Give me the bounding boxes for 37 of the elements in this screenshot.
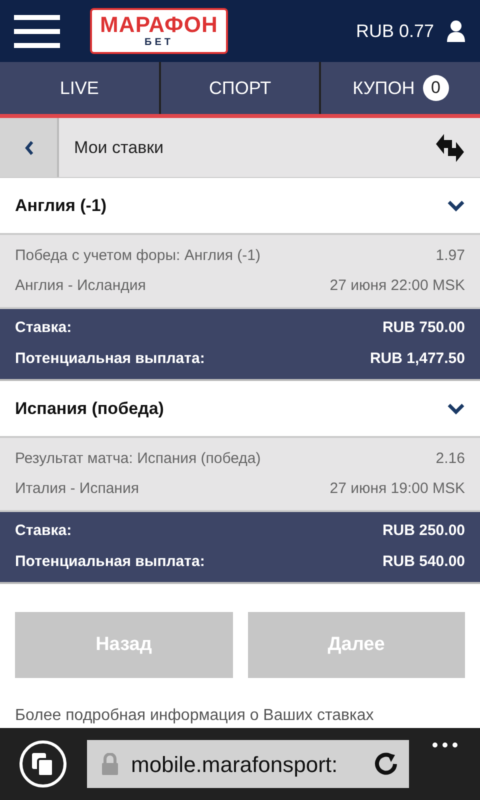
lock-icon bbox=[101, 753, 119, 775]
odds: 2.16 bbox=[436, 448, 465, 469]
payout-label: Потенциальная выплата: bbox=[15, 552, 205, 572]
logo-subtext: БЕТ bbox=[144, 38, 174, 48]
stake-label: Ставка: bbox=[15, 318, 72, 338]
page-title: Мои ставки bbox=[74, 136, 164, 159]
bet-title: Испания (победа) bbox=[15, 398, 164, 420]
count-badge: 0 bbox=[422, 75, 449, 101]
match-name: Италия - Испания bbox=[15, 478, 139, 499]
payout-label: Потенциальная выплата: bbox=[15, 349, 205, 370]
info-text: Более подробная информация о Ваших ставках bbox=[14, 706, 375, 726]
stake-value: RUB 250.00 bbox=[382, 521, 465, 542]
match-time: 27 июня 19:00 MSK bbox=[330, 478, 465, 499]
reload-icon[interactable] bbox=[373, 751, 399, 777]
url-text: mobile.marafonsport: bbox=[131, 750, 338, 779]
back-icon bbox=[24, 140, 34, 156]
bet-title: Англия (-1) bbox=[15, 194, 107, 217]
user-icon[interactable] bbox=[446, 20, 466, 42]
balance: RUB 0.77 bbox=[356, 20, 434, 42]
logo[interactable]: МАРАФОН БЕТ bbox=[90, 8, 228, 54]
nav-tab[interactable]: LIVE bbox=[0, 62, 159, 114]
payout-value: RUB 1,477.50 bbox=[370, 349, 465, 370]
stake-value: RUB 750.00 bbox=[382, 318, 465, 338]
menu-icon[interactable] bbox=[14, 14, 60, 48]
tabs-icon[interactable] bbox=[18, 739, 68, 789]
chevron-down-icon bbox=[447, 402, 465, 414]
match-name: Англия - Исландия bbox=[15, 276, 146, 296]
logo-text: МАРАФОН bbox=[100, 14, 218, 36]
stake-label: Ставка: bbox=[15, 521, 72, 542]
more-icon[interactable] bbox=[432, 742, 458, 748]
chevron-down-icon bbox=[447, 200, 465, 212]
market-text: Победа с учетом форы: Англия (-1) bbox=[15, 246, 260, 266]
market-text: Результат матча: Испания (победа) bbox=[15, 448, 261, 469]
payout-value: RUB 540.00 bbox=[382, 552, 465, 572]
match-time: 27 июня 22:00 MSK bbox=[330, 276, 465, 296]
address-bar[interactable]: mobile.marafonsport: bbox=[87, 740, 409, 788]
odds: 1.97 bbox=[436, 246, 465, 266]
